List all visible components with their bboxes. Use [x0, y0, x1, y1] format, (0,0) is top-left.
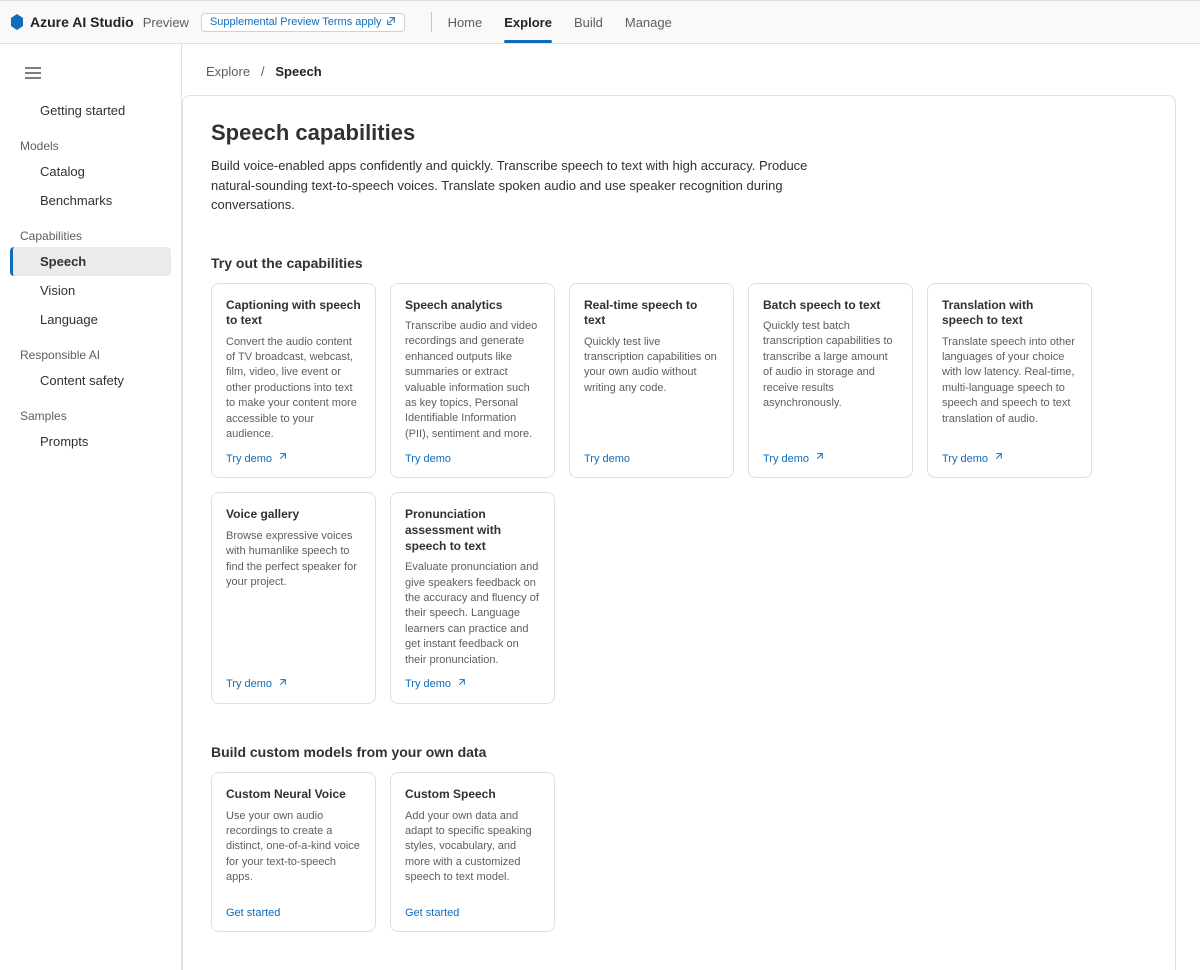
card[interactable]: Voice gallery Browse expressive voices wi… — [211, 492, 376, 704]
card-title: Captioning with speech to text — [226, 298, 361, 329]
card-link[interactable]: Get started — [226, 907, 361, 919]
card-link[interactable]: Try demo — [226, 452, 361, 465]
preview-label: Preview — [143, 15, 189, 30]
sidebar-heading-samples: Samples — [0, 395, 181, 427]
card-link[interactable]: Try demo — [405, 678, 540, 691]
page-title: Speech capabilities — [211, 120, 1147, 146]
card-link[interactable]: Try demo — [763, 452, 898, 465]
section-title-try: Try out the capabilities — [211, 255, 1147, 271]
external-link-icon — [456, 678, 466, 691]
top-bar: Azure AI Studio Preview Supplemental Pre… — [0, 0, 1200, 44]
content-panel: Speech capabilities Build voice-enabled … — [182, 95, 1176, 970]
card[interactable]: Captioning with speech to text Convert th… — [211, 283, 376, 479]
sidebar-heading-capabilities: Capabilities — [0, 215, 181, 247]
external-link-icon — [814, 452, 824, 465]
card[interactable]: Translation with speech to text Translate… — [927, 283, 1092, 479]
sidebar-item-getting-started[interactable]: Getting started — [10, 96, 171, 125]
card-desc: Evaluate pronunciation and give speakers… — [405, 560, 540, 668]
card-title: Custom Speech — [405, 787, 540, 803]
top-nav: Home Explore Build Manage — [448, 1, 672, 43]
sidebar-heading-models: Models — [0, 125, 181, 157]
card-title: Custom Neural Voice — [226, 787, 361, 803]
card-desc: Add your own data and adapt to specific … — [405, 809, 540, 897]
card[interactable]: Speech analytics Transcribe audio and vid… — [390, 283, 555, 479]
card-link[interactable]: Try demo — [942, 452, 1077, 465]
card-title: Speech analytics — [405, 298, 540, 314]
card[interactable]: Pronunciation assessment with speech to … — [390, 492, 555, 704]
terms-link[interactable]: Supplemental Preview Terms apply — [201, 13, 405, 32]
sidebar-item-catalog[interactable]: Catalog — [10, 157, 171, 186]
tab-explore[interactable]: Explore — [504, 1, 552, 43]
main-area: Explore / Speech Speech capabilities Bui… — [182, 44, 1200, 970]
divider — [431, 12, 432, 32]
card-title: Voice gallery — [226, 507, 361, 523]
sidebar-item-prompts[interactable]: Prompts — [10, 427, 171, 456]
terms-link-label: Supplemental Preview Terms apply — [210, 16, 382, 28]
card-desc: Transcribe audio and video recordings an… — [405, 319, 540, 443]
sidebar: Getting started Models Catalog Benchmark… — [0, 44, 182, 970]
external-link-icon — [277, 678, 287, 691]
card-title: Pronunciation assessment with speech to … — [405, 507, 540, 554]
breadcrumb-root[interactable]: Explore — [206, 64, 250, 79]
card-title: Real-time speech to text — [584, 298, 719, 329]
custom-cards: Custom Neural Voice Use your own audio re… — [211, 772, 1147, 932]
card-desc: Quickly test batch transcription capabil… — [763, 319, 898, 442]
brand-name: Azure AI Studio — [30, 14, 134, 30]
tab-home[interactable]: Home — [448, 1, 483, 43]
card[interactable]: Real-time speech to text Quickly test liv… — [569, 283, 734, 479]
card-desc: Browse expressive voices with humanlike … — [226, 529, 361, 668]
sidebar-item-benchmarks[interactable]: Benchmarks — [10, 186, 171, 215]
breadcrumb-current: Speech — [275, 64, 321, 79]
sidebar-item-language[interactable]: Language — [10, 305, 171, 334]
card-link[interactable]: Try demo — [584, 453, 719, 465]
external-link-icon — [993, 452, 1003, 465]
section-title-custom: Build custom models from your own data — [211, 744, 1147, 760]
tab-build[interactable]: Build — [574, 1, 603, 43]
brand-group: Azure AI Studio Preview Supplemental Pre… — [10, 13, 405, 32]
page-description: Build voice-enabled apps confidently and… — [211, 156, 851, 215]
card-title: Batch speech to text — [763, 298, 898, 314]
card-desc: Use your own audio recordings to create … — [226, 809, 361, 897]
card[interactable]: Custom Neural Voice Use your own audio re… — [211, 772, 376, 932]
breadcrumb: Explore / Speech — [182, 64, 1200, 89]
card[interactable]: Custom Speech Add your own data and adapt… — [390, 772, 555, 932]
breadcrumb-sep: / — [261, 64, 265, 79]
sidebar-item-vision[interactable]: Vision — [10, 276, 171, 305]
sidebar-heading-responsible-ai: Responsible AI — [0, 334, 181, 366]
card-link[interactable]: Get started — [405, 907, 540, 919]
azure-logo-icon — [10, 14, 24, 30]
sidebar-item-speech[interactable]: Speech — [10, 247, 171, 276]
card-title: Translation with speech to text — [942, 298, 1077, 329]
card-link[interactable]: Try demo — [405, 453, 540, 465]
card-desc: Convert the audio content of TV broadcas… — [226, 335, 361, 443]
hamburger-button[interactable] — [14, 58, 52, 88]
card-desc: Quickly test live transcription capabili… — [584, 335, 719, 444]
card[interactable]: Batch speech to text Quickly test batch t… — [748, 283, 913, 479]
sidebar-item-content-safety[interactable]: Content safety — [10, 366, 171, 395]
external-link-icon — [277, 452, 287, 465]
try-cards: Captioning with speech to text Convert th… — [211, 283, 1147, 704]
tab-manage[interactable]: Manage — [625, 1, 672, 43]
external-link-icon — [386, 16, 396, 29]
card-link[interactable]: Try demo — [226, 678, 361, 691]
card-desc: Translate speech into other languages of… — [942, 335, 1077, 443]
